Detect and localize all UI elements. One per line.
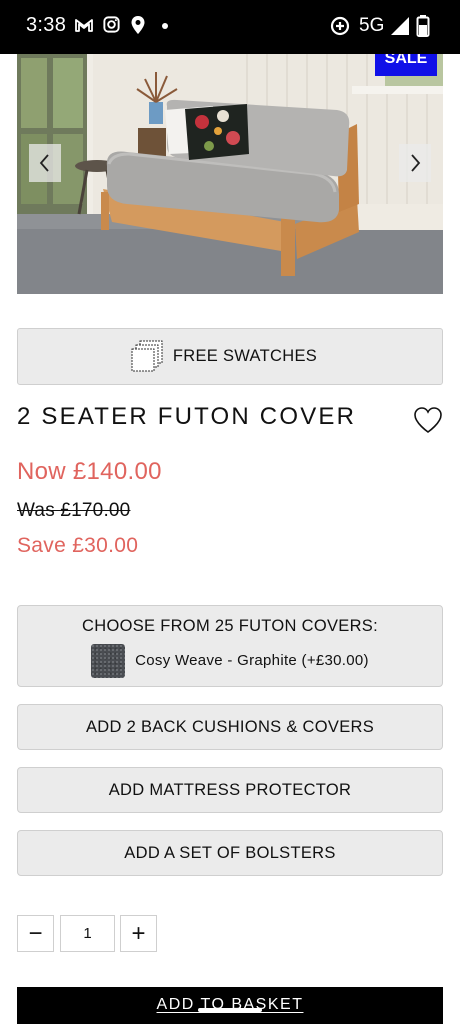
- heart-icon[interactable]: [413, 406, 443, 434]
- add-bolsters-button[interactable]: ADD A SET OF BOLSTERS: [17, 830, 443, 876]
- add-to-basket-button[interactable]: ADD TO BASKET: [17, 987, 443, 1024]
- selected-cover-label: Cosy Weave - Graphite (+£30.00): [135, 652, 369, 669]
- add-mattress-protector-button[interactable]: ADD MATTRESS PROTECTOR: [17, 767, 443, 813]
- battery-icon: [416, 15, 430, 37]
- instagram-icon: [103, 16, 120, 33]
- selected-cover: Cosy Weave - Graphite (+£30.00): [91, 643, 369, 678]
- choose-cover-title: CHOOSE FROM 25 FUTON COVERS:: [82, 616, 378, 635]
- choose-cover-button[interactable]: CHOOSE FROM 25 FUTON COVERS: Cosy Weave …: [17, 605, 443, 687]
- chevron-right-icon: [411, 154, 421, 172]
- quantity-increase-button[interactable]: +: [120, 915, 157, 952]
- network-type: 5G: [359, 15, 385, 36]
- swatches-icon: [131, 340, 163, 372]
- cover-swatch-thumbnail: [91, 643, 126, 678]
- home-indicator: [198, 1008, 262, 1012]
- price-now: Now £140.00: [17, 458, 162, 485]
- location-icon: [131, 16, 145, 34]
- sale-badge: SALE: [375, 54, 437, 76]
- add-back-cushions-button[interactable]: ADD 2 BACK CUSHIONS & COVERS: [17, 704, 443, 750]
- product-image[interactable]: SALE: [17, 54, 443, 294]
- quantity-decrease-button[interactable]: −: [17, 915, 54, 952]
- carousel-prev-button[interactable]: [29, 144, 61, 182]
- price-was: Was £170.00: [17, 500, 131, 521]
- price-save: Save £30.00: [17, 534, 139, 557]
- status-bar: 3:38 5G: [0, 0, 460, 54]
- dot-icon: [162, 23, 168, 29]
- free-swatches-button[interactable]: FREE SWATCHES: [17, 328, 443, 385]
- product-title: 2 SEATER FUTON COVER: [17, 403, 357, 430]
- gmail-icon: [75, 19, 93, 32]
- data-saver-icon: [330, 16, 350, 36]
- carousel-next-button[interactable]: [399, 144, 431, 182]
- quantity-input[interactable]: [60, 915, 115, 952]
- status-time: 3:38: [26, 14, 67, 36]
- chevron-left-icon: [39, 154, 49, 172]
- free-swatches-label: FREE SWATCHES: [172, 347, 318, 365]
- signal-icon: [391, 17, 409, 35]
- futon-photo: [17, 54, 443, 294]
